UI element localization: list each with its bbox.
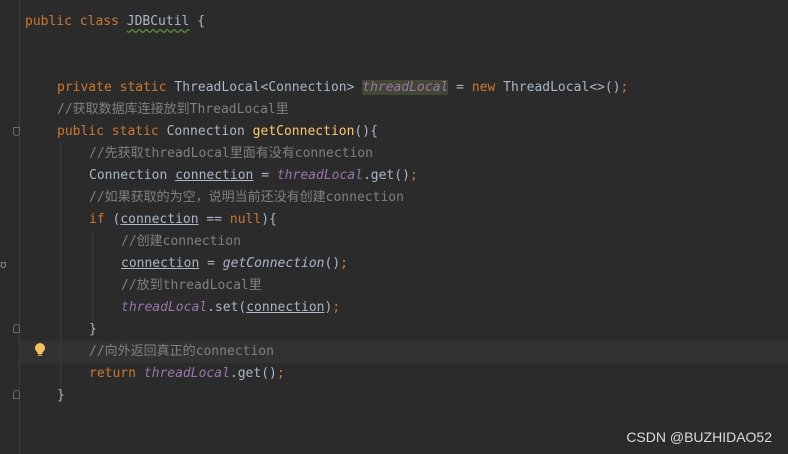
code-line-16[interactable]: } [57, 385, 65, 407]
watermark: CSDN @BUZHIDAO52 [626, 429, 772, 445]
code-line-12[interactable]: threadLocal.set(connection); [121, 297, 340, 319]
code-line-1[interactable]: public class JDBCutil { [25, 11, 205, 33]
code-editor[interactable]: public class JDBCutil { private static T… [24, 0, 788, 454]
code-line-8[interactable]: if (connection == null){ [89, 209, 277, 231]
code-line-13[interactable]: } [89, 319, 97, 341]
indent-guide [92, 232, 93, 330]
code-line-3[interactable]: //获取数据库连接放到ThreadLocal里 [57, 99, 289, 121]
code-line-6[interactable]: Connection connection = threadLocal.get(… [89, 165, 418, 187]
code-line-15[interactable]: return threadLocal.get(); [89, 363, 285, 385]
fold-marker-icon[interactable] [13, 390, 20, 399]
fold-marker-icon[interactable] [13, 324, 20, 333]
code-line-2[interactable]: private static ThreadLocal<Connection> t… [57, 77, 628, 99]
fold-marker-icon[interactable] [13, 127, 20, 136]
code-line-7[interactable]: //如果获取的为空，说明当前还没有创建connection [89, 187, 404, 209]
code-line-11[interactable]: //放到threadLocal里 [121, 275, 262, 297]
code-line-4[interactable]: public static Connection getConnection()… [57, 121, 378, 143]
editor-gutter: ʊ [0, 0, 20, 454]
code-line-10[interactable]: connection = getConnection(); [121, 253, 348, 275]
indent-guide [60, 143, 61, 396]
code-line-14[interactable]: //向外返回真正的connection [89, 341, 274, 363]
code-line-9[interactable]: //创建connection [121, 231, 241, 253]
breakpoint-edge-icon: ʊ [0, 258, 7, 271]
code-line-5[interactable]: //先获取threadLocal里面有没有connection [89, 143, 373, 165]
